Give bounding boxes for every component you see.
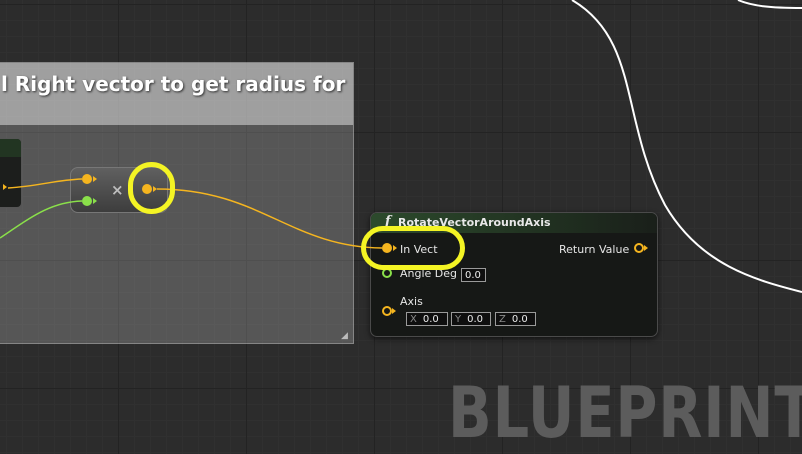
in-vect-highlight xyxy=(361,226,465,270)
comment-title: l Right vector to get radius for xyxy=(1,72,346,96)
left-node-header xyxy=(0,139,21,157)
comment-header[interactable]: l Right vector to get radius for xyxy=(0,63,353,125)
axis-y-letter: Y xyxy=(455,314,462,325)
axis-x-input[interactable]: X 0.0 xyxy=(406,312,448,326)
axis-y-input[interactable]: Y 0.0 xyxy=(451,312,491,326)
multiply-input-b-arrow-icon xyxy=(93,198,97,204)
axis-pin[interactable] xyxy=(382,306,392,316)
left-node-output-pin[interactable] xyxy=(3,184,7,190)
axis-x-letter: X xyxy=(410,314,417,325)
blueprint-watermark: BLUEPRINT xyxy=(448,372,802,454)
axis-z-input[interactable]: Z 0.0 xyxy=(495,312,536,326)
axis-x-value: 0.0 xyxy=(422,314,439,325)
return-value-label: Return Value xyxy=(559,243,630,256)
axis-z-value: 0.0 xyxy=(511,314,528,325)
axis-z-letter: Z xyxy=(499,314,506,325)
axis-y-value: 0.0 xyxy=(467,314,484,325)
return-value-pin[interactable] xyxy=(634,243,644,253)
multiply-output-highlight xyxy=(128,162,175,214)
multiply-input-a-pin[interactable] xyxy=(82,174,92,184)
comment-box[interactable]: l Right vector to get radius for ◢ xyxy=(0,62,354,344)
offscreen-left-node[interactable] xyxy=(0,138,22,208)
return-value-arrow-icon xyxy=(644,245,648,251)
multiply-input-b-pin[interactable] xyxy=(82,196,92,206)
angle-deg-input[interactable]: 0.0 xyxy=(461,268,486,282)
exec-wire-top-right[interactable] xyxy=(737,0,802,9)
resize-grip-icon[interactable]: ◢ xyxy=(341,331,351,341)
axis-label: Axis xyxy=(400,295,423,308)
multiply-input-a-arrow-icon xyxy=(93,176,97,182)
axis-arrow-icon xyxy=(392,308,396,314)
multiply-symbol: × xyxy=(111,181,124,199)
